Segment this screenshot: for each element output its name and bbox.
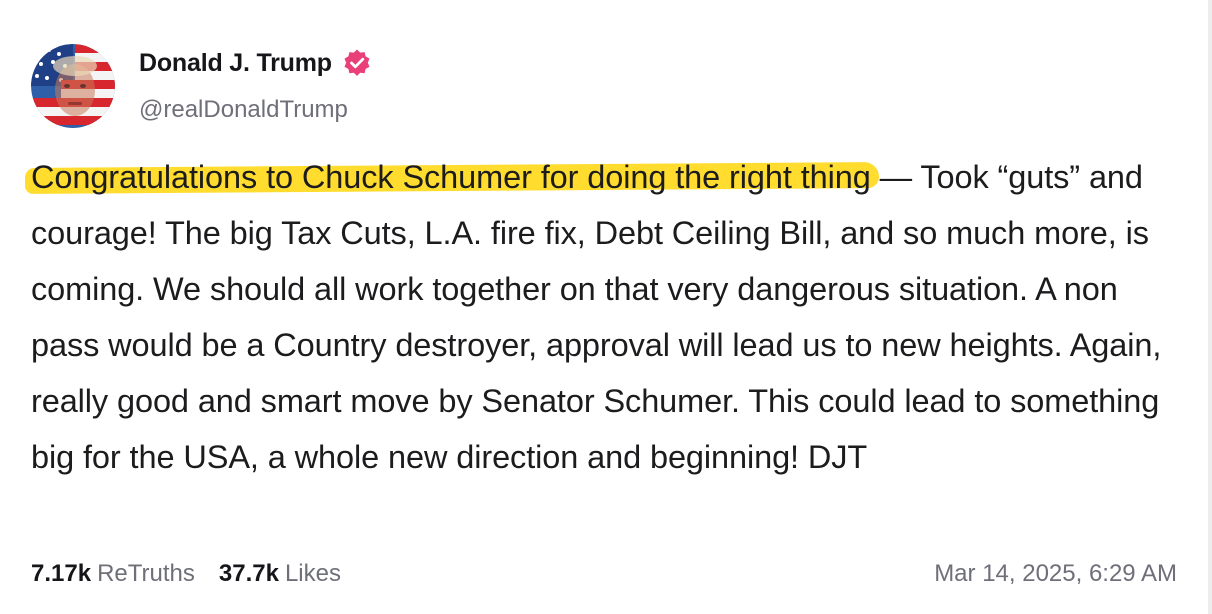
post-footer: 7.17k ReTruths 37.7k Likes Mar 14, 2025, 6…	[31, 560, 1177, 588]
scroll-edge	[1208, 0, 1212, 614]
avatar[interactable]	[31, 44, 115, 128]
retruths-count: 7.17k	[31, 560, 92, 587]
author-display-name[interactable]: Donald J. Trump	[139, 49, 332, 78]
author-handle[interactable]: @realDonaldTrump	[139, 96, 348, 124]
likes-stat[interactable]: 37.7k Likes	[219, 560, 341, 588]
retruths-label: ReTruths	[97, 560, 195, 587]
verified-badge-icon	[342, 48, 372, 78]
post-stats: 7.17k ReTruths 37.7k Likes	[31, 560, 341, 588]
post-body: Congratulations to Chuck Schumer for doi…	[31, 149, 1191, 485]
post-timestamp[interactable]: Mar 14, 2025, 6:29 AM	[934, 560, 1177, 588]
likes-count: 37.7k	[218, 560, 279, 587]
likes-label: Likes	[284, 560, 341, 587]
highlighted-text: Congratulations to Chuck Schumer for doi…	[31, 159, 871, 195]
avatar-image	[31, 44, 115, 128]
post-body-text: — Took “guts” and courage! The big Tax C…	[31, 159, 1162, 475]
author-name-row: Donald J. Trump	[139, 48, 372, 78]
truth-post: Donald J. Trump @realDonaldTrump Congrat…	[0, 0, 1208, 614]
retruths-stat[interactable]: 7.17k ReTruths	[31, 560, 195, 588]
